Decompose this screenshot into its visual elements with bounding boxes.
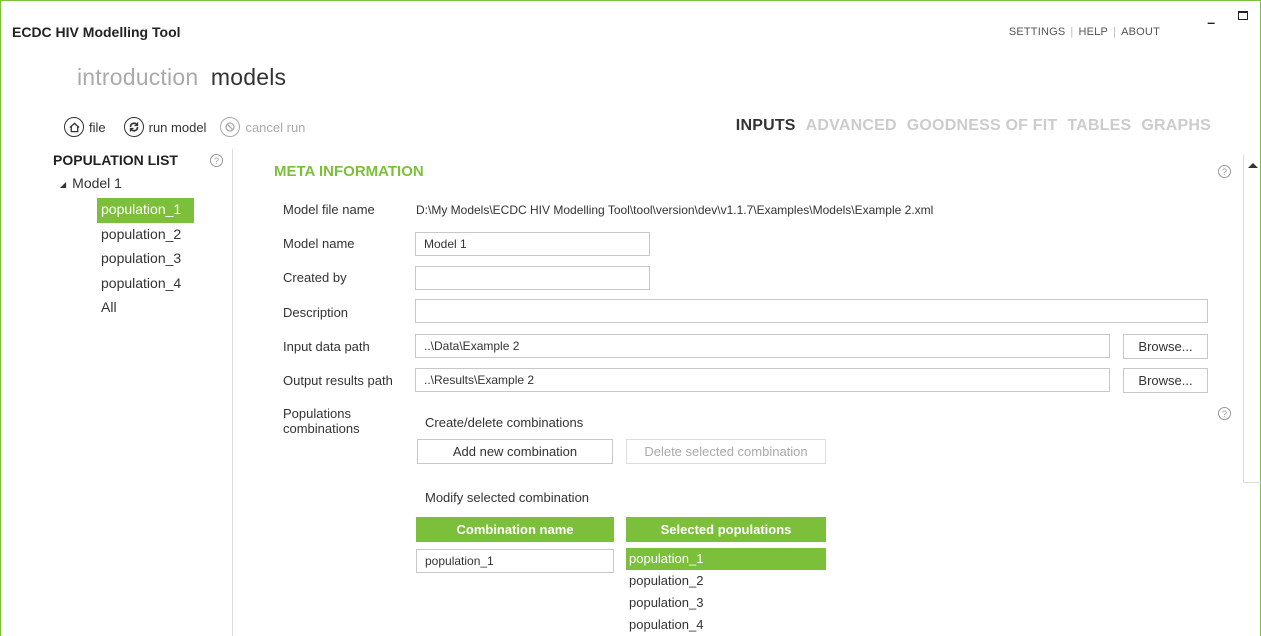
refresh-icon [123,117,144,137]
nav-models[interactable]: models [211,64,286,90]
populations-combinations-label-line2: combinations [283,421,360,436]
delete-selected-combination-button[interactable]: Delete selected combination [626,439,826,464]
model-name-label: Model name [283,236,355,251]
add-new-combination-button[interactable]: Add new combination [417,439,613,464]
app-window: ECDC HIV Modelling Tool SETTINGS | HELP | AB… [0,0,1261,636]
run-model-button[interactable]: run model [123,117,207,137]
tab-advanced[interactable]: ADVANCED [806,117,897,134]
tree-root-label: Model 1 [72,175,122,191]
browse-output-button[interactable]: Browse... [1123,368,1208,393]
tab-tables[interactable]: TABLES [1067,117,1131,134]
nav-separator: | [1113,26,1117,38]
app-title: ECDC HIV Modelling Tool [12,24,181,40]
list-item[interactable]: population_3 [626,592,826,614]
selected-populations-list: population_1 population_2 population_3 p… [626,548,826,636]
description-input[interactable] [415,299,1208,323]
cancel-icon [220,117,241,137]
population-item[interactable]: population_2 [97,223,194,248]
help-link[interactable]: HELP [1078,26,1108,38]
vertical-scrollbar[interactable] [1243,155,1261,483]
combination-name-header: Combination name [416,517,614,542]
model-name-input[interactable] [415,232,650,256]
section-tabs: INPUTS ADVANCED GOODNESS OF FIT TABLES GRAPH… [726,117,1211,135]
tree-root-model[interactable]: ◢ Model 1 [60,175,122,191]
tab-inputs[interactable]: INPUTS [736,117,796,134]
list-item[interactable]: population_2 [626,570,826,592]
model-file-name-label: Model file name [283,202,375,217]
list-item[interactable]: population_1 [626,548,826,570]
created-by-input[interactable] [415,266,650,290]
maximize-button[interactable] [1238,11,1248,20]
tab-goodness-of-fit[interactable]: GOODNESS OF FIT [907,117,1058,134]
input-data-path-label: Input data path [283,339,370,354]
output-results-path-label: Output results path [283,373,393,388]
populations-combinations-label-line1: Populations [283,406,351,421]
population-list-title: POPULATION LIST [53,152,178,168]
population-list-pane: POPULATION LIST ? ◢ Model 1 population_1 … [1,149,233,636]
help-icon[interactable]: ? [210,154,223,167]
modify-selected-label: Modify selected combination [425,490,590,505]
meta-information-title: META INFORMATION [274,163,424,180]
population-tree: population_1 population_2 population_3 p… [97,198,194,321]
description-label: Description [283,305,349,320]
combination-name-input[interactable] [416,549,614,573]
cancel-run-button[interactable]: cancel run [220,117,305,137]
tab-graphs[interactable]: GRAPHS [1141,117,1211,134]
top-navigation: SETTINGS | HELP | ABOUT [1009,26,1160,38]
created-by-label: Created by [283,270,347,285]
about-link[interactable]: ABOUT [1121,26,1160,38]
settings-link[interactable]: SETTINGS [1009,26,1066,38]
file-button[interactable]: file [64,117,106,137]
list-item[interactable]: population_4 [626,614,826,636]
scroll-up-arrow-icon[interactable] [1248,163,1258,168]
population-item[interactable]: All [97,296,194,321]
minimize-button[interactable]: – [1207,14,1215,30]
help-icon[interactable]: ? [1218,407,1231,420]
expand-triangle-icon[interactable]: ◢ [60,180,66,189]
home-icon [64,117,84,137]
run-model-label: run model [148,119,207,135]
population-item[interactable]: population_3 [97,247,194,272]
toolbar: file run model cancel run [64,117,313,137]
browse-input-button[interactable]: Browse... [1123,334,1208,359]
population-item[interactable]: population_4 [97,272,194,297]
input-data-path-input[interactable] [415,334,1110,358]
selected-populations-header: Selected populations [626,517,826,542]
nav-separator: | [1070,26,1074,38]
nav-introduction[interactable]: introduction [77,64,198,90]
create-delete-label: Create/delete combinations [425,415,584,430]
populations-combinations-label: Populations combinations [283,406,360,436]
population-item[interactable]: population_1 [97,198,194,223]
help-icon[interactable]: ? [1218,165,1231,178]
main-navigation: introduction models [77,64,286,91]
cancel-run-label: cancel run [245,119,306,135]
model-file-name-value: D:\My Models\ECDC HIV Modelling Tool\too… [416,203,934,217]
file-label: file [89,119,106,135]
output-results-path-input[interactable] [415,368,1110,392]
